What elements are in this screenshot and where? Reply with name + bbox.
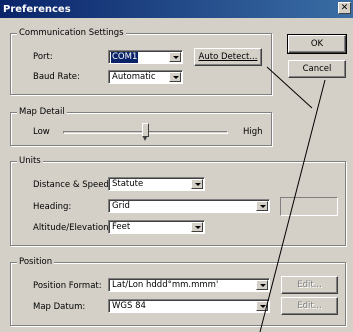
overlay-line: [259, 66, 326, 332]
pointer-line-upper: [266, 66, 313, 109]
pointer-line-lower: [259, 79, 326, 332]
